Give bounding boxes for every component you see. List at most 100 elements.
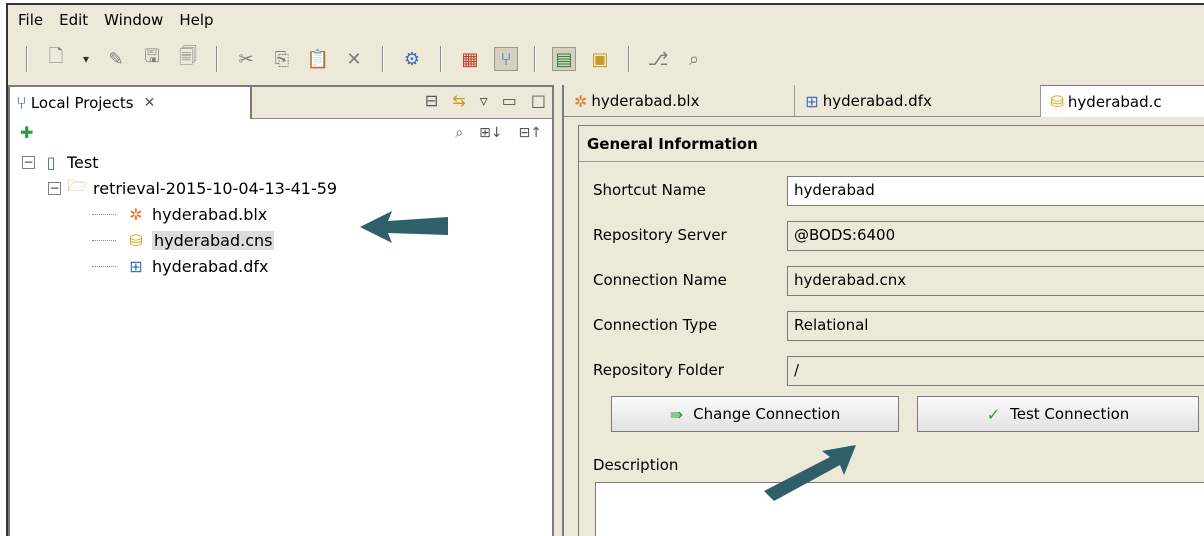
toolbar-separator xyxy=(216,46,218,72)
annotation-arrow xyxy=(360,211,448,243)
application-window: File Edit Window Help 🗋 ▾ ✎ 🖫 🗐 ✂ ⎘ 📋 ✕ … xyxy=(6,3,1204,536)
change-connection-button[interactable]: ⇛ Change Connection xyxy=(611,396,899,432)
menu-edit[interactable]: Edit xyxy=(59,11,88,29)
editor-tabbar: ✲ hyderabad.blx ⊞ hyderabad.dfx ⛁ hydera… xyxy=(564,85,1204,117)
toolbar: 🗋 ▾ ✎ 🖫 🗐 ✂ ⎘ 📋 ✕ ⚙ ▦ ⑂ ▤ ▣ ⎇ ⌕ xyxy=(8,39,1204,79)
description-textarea[interactable] xyxy=(595,482,1204,536)
blx-file-icon: ✲ xyxy=(129,204,143,224)
repository-icon[interactable]: ▤ xyxy=(552,47,576,71)
menu-bar: File Edit Window Help xyxy=(8,5,1204,35)
repository-folder-field: / xyxy=(787,356,1204,386)
dfx-file-icon: ⊞ xyxy=(805,91,819,111)
tab-hyderabad-blx[interactable]: ✲ hyderabad.blx xyxy=(564,85,796,117)
file-label: hyderabad.blx xyxy=(152,204,268,224)
collapse-toggle-icon[interactable]: − xyxy=(22,155,35,169)
field-label: Shortcut Name xyxy=(593,181,706,199)
description-label: Description xyxy=(593,456,679,474)
tab-hyderabad-cns[interactable]: ⛁ hyderabad.c xyxy=(1040,85,1204,117)
change-connection-icon: ⇛ xyxy=(669,404,684,424)
collapse-all-icon[interactable]: ⊟ xyxy=(425,91,438,110)
tree-node-folder[interactable]: − 🗁 retrieval-2015-10-04-13-41-59 xyxy=(22,175,552,201)
link-editor-icon[interactable]: ⇆ xyxy=(452,91,465,110)
shortcut-name-input[interactable]: hyderabad xyxy=(787,176,1204,206)
file-label: hyderabad.dfx xyxy=(152,256,269,276)
minimize-icon[interactable]: ▭ xyxy=(502,91,517,110)
connect-icon[interactable]: ⚙ xyxy=(400,47,424,71)
field-connection-type: Connection Type Relational xyxy=(579,311,1204,341)
new-file-icon[interactable]: 🗋 xyxy=(44,46,68,71)
delete-icon[interactable]: ✕ xyxy=(342,47,366,71)
projects-view-icon[interactable]: ⑂ xyxy=(494,47,518,71)
cut-icon[interactable]: ✂ xyxy=(234,47,258,71)
projects-icon: ⑂ xyxy=(16,92,27,114)
wand-icon[interactable]: ✎ xyxy=(104,47,128,71)
dropdown-icon[interactable]: ▾ xyxy=(80,47,92,71)
tree-connector xyxy=(92,213,116,215)
folder-label: retrieval-2015-10-04-13-41-59 xyxy=(93,178,338,198)
field-label: Connection Name xyxy=(593,271,727,289)
repository-server-field: @BODS:6400 xyxy=(787,221,1204,251)
field-repository-server: Repository Server @BODS:6400 xyxy=(579,221,1204,251)
local-projects-toolbar: ✚ ⌕ ⊞↓ ⊟↑ xyxy=(10,119,552,149)
menu-window[interactable]: Window xyxy=(104,11,163,29)
view-menu-icon[interactable]: ▿ xyxy=(480,91,488,110)
tree-node-file[interactable]: ⊞ hyderabad.dfx xyxy=(22,253,552,279)
button-label: Change Connection xyxy=(693,405,841,423)
toolbar-separator xyxy=(382,46,384,72)
cns-file-icon: ⛁ xyxy=(1050,92,1064,111)
tree-node-file-selected[interactable]: ⛁ hyderabad.cns xyxy=(22,227,552,253)
search-icon[interactable]: ⌕ xyxy=(455,125,463,141)
toolbar-separator xyxy=(534,46,536,72)
menu-help[interactable]: Help xyxy=(179,11,213,29)
tree-node-project[interactable]: − ▯ Test xyxy=(22,149,552,175)
perspective-icon[interactable]: ▦ xyxy=(458,47,482,71)
folder-icon: 🗁 xyxy=(67,175,87,195)
field-label: Repository Folder xyxy=(593,361,724,379)
add-project-icon[interactable]: ✚ xyxy=(20,123,33,142)
project-tree: − ▯ Test − 🗁 retrieval-2015-10-04-13-41-… xyxy=(10,149,552,279)
collapse-up-icon[interactable]: ⊟↑ xyxy=(519,125,542,141)
tree-connector xyxy=(92,239,116,241)
file-label: hyderabad.cns xyxy=(152,230,275,250)
button-label: Test Connection xyxy=(1010,405,1130,423)
properties-icon[interactable]: ▣ xyxy=(588,47,612,71)
project-icon: ▯ xyxy=(46,152,56,172)
binoculars-icon[interactable]: ⌕ xyxy=(682,47,706,71)
menu-file[interactable]: File xyxy=(18,11,43,29)
save-all-icon[interactable]: 🗐 xyxy=(176,46,200,71)
editor-area: ✲ hyderabad.blx ⊞ hyderabad.dfx ⛁ hydera… xyxy=(562,85,1204,536)
connection-name-field: hyderabad.cnx xyxy=(787,266,1204,296)
test-connection-icon: ✓ xyxy=(986,404,1001,424)
field-label: Repository Server xyxy=(593,226,727,244)
copy-icon[interactable]: ⎘ xyxy=(270,47,294,71)
expand-all-icon[interactable]: ⊞↓ xyxy=(479,125,502,141)
blx-file-icon: ✲ xyxy=(574,91,588,111)
local-projects-panel: ⑂ Local Projects ✕ ⊟ ⇆ ▿ ▭ □ ✚ ⌕ ⊞↓ ⊟↑ − xyxy=(8,85,554,536)
collapse-toggle-icon[interactable]: − xyxy=(48,181,61,195)
tab-label: hyderabad.dfx xyxy=(822,92,932,110)
task-icon[interactable]: ⎇ xyxy=(646,47,670,71)
project-label: Test xyxy=(67,152,99,172)
field-shortcut-name: Shortcut Name hyderabad xyxy=(579,176,1204,206)
tab-local-projects-label: Local Projects xyxy=(30,94,134,112)
annotation-arrow xyxy=(764,445,856,501)
view-buttons: ⊟ ⇆ ▿ ▭ □ xyxy=(425,91,546,110)
tab-local-projects[interactable]: ⑂ Local Projects ✕ xyxy=(10,87,252,119)
field-connection-name: Connection Name hyderabad.cnx xyxy=(579,266,1204,296)
toolbar-separator xyxy=(26,46,28,72)
field-repository-folder: Repository Folder / xyxy=(579,356,1204,386)
tree-node-file[interactable]: ✲ hyderabad.blx xyxy=(22,201,552,227)
close-icon[interactable]: ✕ xyxy=(144,95,156,111)
general-information-section: General Information Shortcut Name hydera… xyxy=(578,125,1204,536)
tab-hyderabad-dfx[interactable]: ⊞ hyderabad.dfx xyxy=(795,85,1041,117)
test-connection-button[interactable]: ✓ Test Connection xyxy=(917,396,1199,432)
section-title: General Information xyxy=(579,126,1204,162)
tab-label: hyderabad.c xyxy=(1067,92,1162,111)
maximize-icon[interactable]: □ xyxy=(531,91,546,110)
toolbar-separator xyxy=(440,46,442,72)
tree-connector xyxy=(92,265,116,267)
paste-icon[interactable]: 📋 xyxy=(306,47,330,71)
dfx-file-icon: ⊞ xyxy=(129,256,143,276)
local-projects-tabbar: ⑂ Local Projects ✕ ⊟ ⇆ ▿ ▭ □ xyxy=(10,87,552,119)
save-icon[interactable]: 🖫 xyxy=(140,46,164,71)
